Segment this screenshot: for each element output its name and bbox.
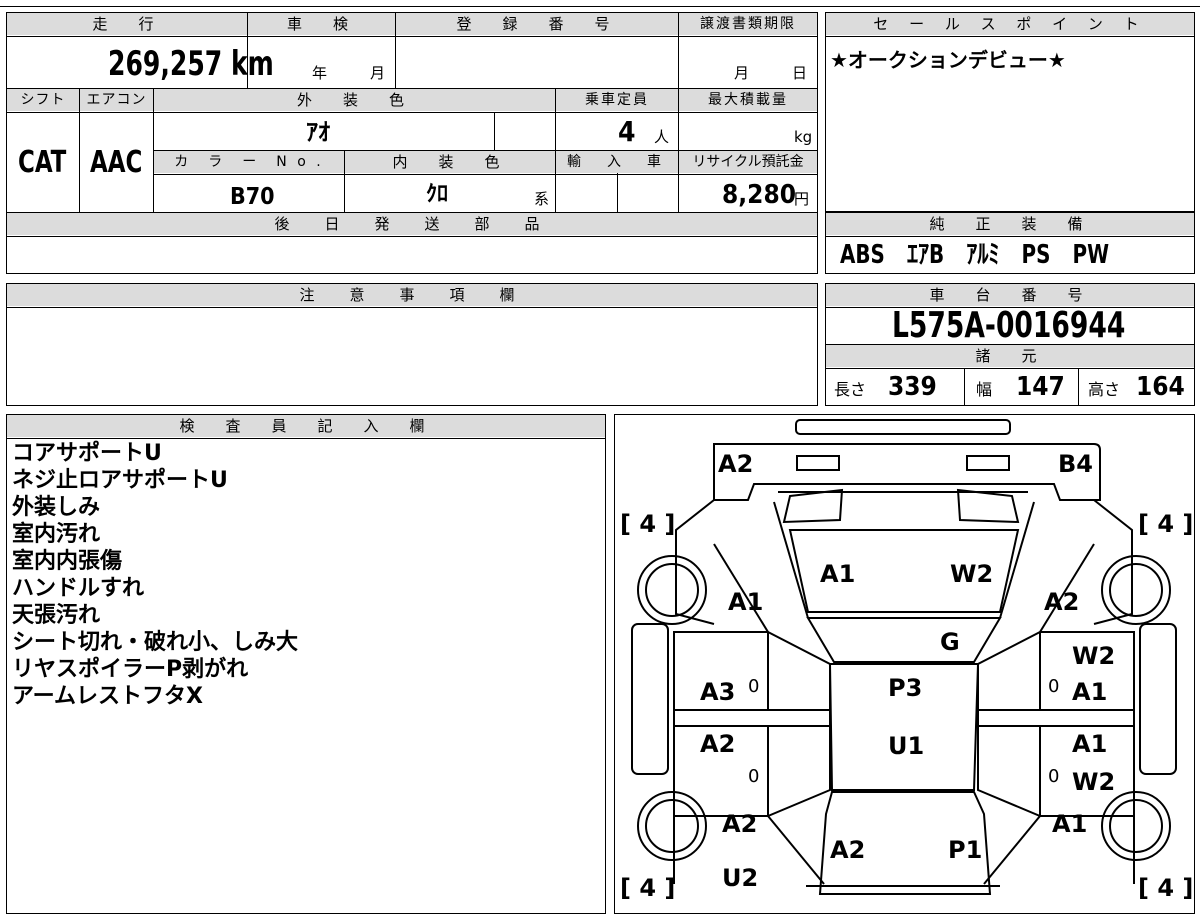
- damage-code: A1: [820, 560, 856, 588]
- tire-rear-left: [ 4 ]: [620, 874, 676, 902]
- chassis-value: L575A-0016944: [892, 305, 1126, 346]
- damage-code: A1: [1072, 678, 1108, 706]
- load-unit: kg: [794, 128, 813, 146]
- damage-code: W2: [1072, 642, 1116, 670]
- inspector-line: ネジ止ロアサポートU: [12, 468, 228, 493]
- mileage-label: 走 行: [7, 13, 247, 35]
- damage-code: P1: [948, 836, 983, 864]
- sales-point-label: セ ー ル ス ポ イ ン ト: [826, 13, 1194, 35]
- transfer-day: 日: [792, 64, 808, 82]
- notes-label: 注 意 事 項 欄: [7, 284, 817, 306]
- equipment-label: 純 正 装 備: [826, 213, 1194, 235]
- recycle-value: 8,280: [722, 180, 796, 210]
- inspector-line: シート切れ・破れ小、しみ大: [12, 630, 299, 655]
- damage-code: G: [940, 628, 960, 656]
- damage-code: P3: [888, 674, 923, 702]
- damage-code: A3: [700, 678, 736, 706]
- damage-code: W2: [950, 560, 994, 588]
- interior-value: ｸﾛ: [426, 182, 449, 207]
- shift-value: CAT: [18, 145, 67, 180]
- chassis-label: 車 台 番 号: [826, 284, 1194, 306]
- inspector-line: アームレストフタX: [12, 684, 203, 709]
- width-label: 幅: [976, 380, 993, 399]
- width-value: 147: [1016, 372, 1065, 402]
- damage-code: A2: [718, 450, 754, 478]
- equipment-items: ABS ｴｱB ｱﾙﾐ PS PW: [840, 240, 1110, 270]
- damage-code: A1: [1072, 730, 1108, 758]
- damage-code: A1: [728, 588, 764, 616]
- inspector-line: 外装しみ: [12, 495, 101, 520]
- interior-label: 内 装 色: [345, 151, 555, 173]
- exterior-label: 外 装 色: [154, 89, 555, 111]
- zero-mark: 0: [748, 676, 760, 697]
- color-no-value: B70: [230, 184, 275, 210]
- sales-point-panel: [825, 12, 1195, 212]
- transfer-label: 譲渡書類期限: [679, 13, 817, 35]
- transfer-month: 月: [734, 64, 750, 82]
- damage-code: W2: [1072, 768, 1116, 796]
- damage-code: A2: [830, 836, 866, 864]
- damage-code: A2: [700, 730, 736, 758]
- aircon-value: AAC: [90, 145, 143, 180]
- load-label: 最大積載量: [679, 89, 817, 111]
- mileage-value: 269,257 km: [108, 44, 274, 84]
- damage-code: B4: [1058, 450, 1093, 478]
- inspector-line: ハンドルすれ: [12, 576, 145, 601]
- interior-suffix: 系: [534, 190, 550, 208]
- sales-point-text: ★オークションデビュー★: [830, 48, 1066, 72]
- length-label: 長さ: [834, 380, 867, 399]
- aircon-label: エアコン: [80, 89, 153, 111]
- capacity-value: 4: [618, 115, 636, 148]
- inspection-year: 年: [312, 64, 328, 82]
- import-label: 輸 入 車: [556, 151, 678, 173]
- zero-mark: 0: [1048, 676, 1060, 697]
- damage-code: A1: [1052, 810, 1088, 838]
- recycle-label: リサイクル預託金: [679, 151, 817, 173]
- zero-mark: 0: [748, 766, 760, 787]
- tire-front-right: [ 4 ]: [1138, 510, 1194, 538]
- later-parts-label: 後 日 発 送 部 品: [7, 213, 817, 235]
- inspector-line: 室内内張傷: [12, 549, 123, 574]
- registration-label: 登 録 番 号: [396, 13, 678, 35]
- zero-mark: 0: [1048, 766, 1060, 787]
- height-value: 164: [1136, 372, 1185, 402]
- damage-code: A2: [722, 810, 758, 838]
- specs-label: 諸 元: [826, 345, 1194, 367]
- tire-rear-right: [ 4 ]: [1138, 874, 1194, 902]
- tire-front-left: [ 4 ]: [620, 510, 676, 538]
- capacity-unit: 人: [654, 128, 670, 146]
- damage-code: U1: [888, 732, 925, 760]
- inspection-label: 車 検: [248, 13, 395, 35]
- length-value: 339: [888, 372, 937, 402]
- inspection-month: 月: [370, 64, 386, 82]
- inspector-line: コアサポートU: [12, 441, 162, 466]
- inspector-line: 室内汚れ: [12, 522, 101, 547]
- shift-label: シフト: [7, 89, 79, 111]
- height-label: 高さ: [1088, 380, 1121, 399]
- recycle-unit: 円: [794, 190, 810, 208]
- damage-code: A2: [1044, 588, 1080, 616]
- top-edge-line: [0, 6, 1200, 7]
- exterior-value: ｱｵ: [306, 118, 330, 146]
- inspector-line: 天張汚れ: [12, 603, 101, 628]
- capacity-label: 乗車定員: [556, 89, 678, 111]
- inspector-line: リヤスポイラーP剥がれ: [12, 657, 249, 682]
- inspector-label: 検 査 員 記 入 欄: [7, 415, 605, 437]
- damage-code: U2: [722, 864, 759, 892]
- color-no-label: カ ラ ー N o .: [154, 151, 344, 173]
